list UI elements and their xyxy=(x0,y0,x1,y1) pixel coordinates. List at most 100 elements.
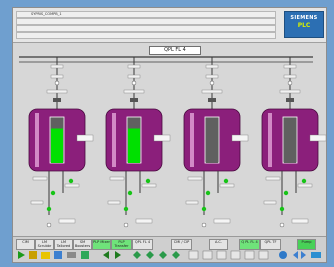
tag-box[interactable] xyxy=(265,176,281,181)
window-icon[interactable] xyxy=(188,250,199,260)
alarm-row[interactable] xyxy=(16,18,276,25)
level-fill xyxy=(128,128,140,163)
tag-box[interactable] xyxy=(219,183,235,188)
valve-indicator[interactable] xyxy=(201,222,207,228)
valve-indicator[interactable] xyxy=(131,80,137,86)
nav-label: A.C. xyxy=(214,240,222,244)
tag-box[interactable] xyxy=(107,200,121,205)
readout-box[interactable] xyxy=(135,218,153,224)
tag-box[interactable] xyxy=(283,64,297,69)
tag-box[interactable] xyxy=(46,89,68,94)
nav-label: CMI / CIP xyxy=(173,240,190,244)
tag-box[interactable] xyxy=(30,200,44,205)
folder-icon[interactable] xyxy=(41,252,50,259)
nav-label: PLP Mixer xyxy=(93,240,110,244)
valve-body[interactable] xyxy=(286,98,294,102)
alarm-row[interactable]: SYPRIS_COMPB_1 xyxy=(16,11,276,18)
tag-box[interactable] xyxy=(141,183,157,188)
status-light[interactable] xyxy=(205,190,211,196)
tag-box[interactable] xyxy=(127,74,141,79)
status-light[interactable] xyxy=(68,178,74,184)
nav-label: PLP Transfer xyxy=(114,240,129,248)
alarm-row[interactable] xyxy=(16,32,276,39)
grid-icon[interactable] xyxy=(54,251,62,259)
tag-box[interactable] xyxy=(201,89,223,94)
tag-box[interactable] xyxy=(205,64,219,69)
readout-box[interactable] xyxy=(153,134,171,142)
status-light[interactable] xyxy=(301,178,307,184)
status-light[interactable] xyxy=(223,178,229,184)
arrow-swap-icon[interactable] xyxy=(293,251,306,259)
stop-icon[interactable] xyxy=(29,251,37,259)
check-icon[interactable] xyxy=(81,251,89,259)
reactor-unit xyxy=(105,57,171,228)
tag-box[interactable] xyxy=(279,89,301,94)
nav-label: CIM xyxy=(22,240,29,244)
valve-body[interactable] xyxy=(208,98,216,102)
tag-box[interactable] xyxy=(185,200,199,205)
status-light[interactable] xyxy=(283,190,289,196)
tag-box[interactable] xyxy=(205,74,219,79)
brand-product: PLC xyxy=(297,22,311,29)
status-light[interactable] xyxy=(201,206,207,212)
siemens-logo: SIEMENS PLC xyxy=(284,11,324,38)
tag-box[interactable] xyxy=(32,176,48,181)
readout-box[interactable] xyxy=(58,218,76,224)
reactor-unit xyxy=(261,57,326,228)
nav-label: SM Boosters xyxy=(74,240,91,248)
level-fill xyxy=(284,126,296,163)
reactor-unit xyxy=(28,57,94,228)
nav-diamond-icon[interactable] xyxy=(159,251,167,259)
link-icon[interactable] xyxy=(311,252,321,258)
valve-indicator[interactable] xyxy=(123,222,129,228)
status-light[interactable] xyxy=(46,206,52,212)
nav-label: LM Tailored xyxy=(56,240,71,248)
tag-box[interactable] xyxy=(64,183,80,188)
valve-indicator[interactable] xyxy=(209,80,215,86)
tag-box[interactable] xyxy=(283,74,297,79)
valve-body[interactable] xyxy=(130,98,138,102)
tag-box[interactable] xyxy=(127,64,141,69)
globe-icon[interactable] xyxy=(279,251,287,259)
valve-indicator[interactable] xyxy=(46,222,52,228)
status-light[interactable] xyxy=(50,190,56,196)
nav-diamond-icon[interactable] xyxy=(172,251,180,259)
window-icon[interactable] xyxy=(244,250,255,260)
arrow-right-icon[interactable] xyxy=(115,251,121,259)
tag-box[interactable] xyxy=(123,89,145,94)
status-light[interactable] xyxy=(127,190,133,196)
toolbar-icons xyxy=(18,250,321,260)
readout-box[interactable] xyxy=(291,218,309,224)
valve-indicator[interactable] xyxy=(54,80,60,86)
arrow-left-icon[interactable] xyxy=(103,251,109,259)
tag-box[interactable] xyxy=(50,74,64,79)
readout-box[interactable] xyxy=(76,134,94,142)
valve-body[interactable] xyxy=(53,98,61,102)
vessel-highlight xyxy=(112,113,116,167)
nav-diamond-icon[interactable] xyxy=(133,251,141,259)
nav-diamond-icon[interactable] xyxy=(146,251,154,259)
print-icon[interactable] xyxy=(67,252,76,258)
tag-box[interactable] xyxy=(109,176,125,181)
window-icon[interactable] xyxy=(258,250,269,260)
tag-box[interactable] xyxy=(50,64,64,69)
readout-box[interactable] xyxy=(309,134,326,142)
tag-box[interactable] xyxy=(297,183,313,188)
alarm-row[interactable] xyxy=(16,25,276,32)
status-light[interactable] xyxy=(279,206,285,212)
valve-indicator[interactable] xyxy=(279,222,285,228)
window-icon[interactable] xyxy=(230,250,241,260)
readout-box[interactable] xyxy=(213,218,231,224)
valve-indicator[interactable] xyxy=(287,80,293,86)
status-light[interactable] xyxy=(123,206,129,212)
plant-mimic xyxy=(19,56,326,228)
window-icon[interactable] xyxy=(202,250,213,260)
tag-box[interactable] xyxy=(187,176,203,181)
readout-box[interactable] xyxy=(231,134,249,142)
tag-box[interactable] xyxy=(263,200,277,205)
vessel-highlight xyxy=(190,113,194,167)
status-light[interactable] xyxy=(145,178,151,184)
nav-label: Q PL FL 4 xyxy=(241,240,258,244)
play-icon[interactable] xyxy=(18,251,25,259)
window-icon[interactable] xyxy=(216,250,227,260)
